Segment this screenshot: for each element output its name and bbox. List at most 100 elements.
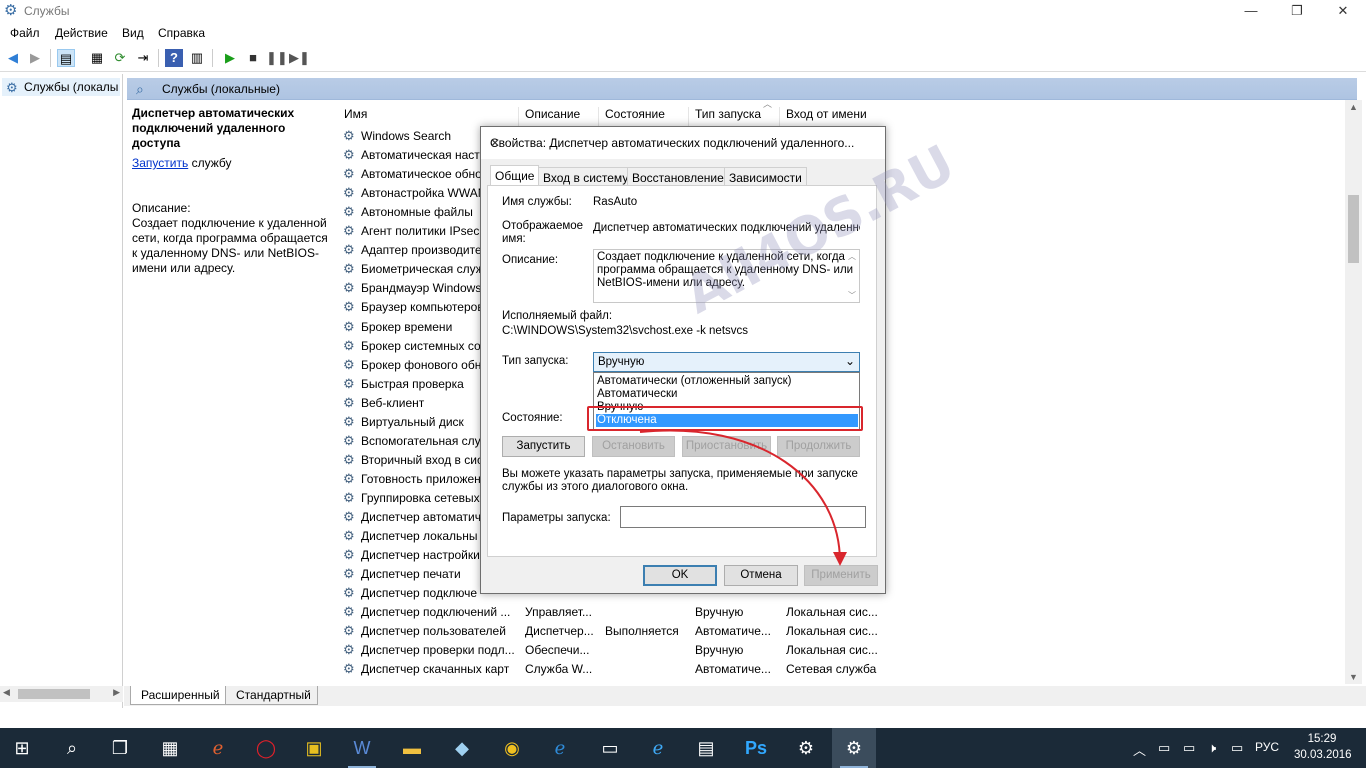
table-row[interactable]: ⚙ Диспетчер пользователей Диспетчер... Выпо…	[342, 621, 902, 640]
service-gear-icon: ⚙	[343, 299, 355, 315]
annotation-arrow	[639, 429, 847, 566]
row-description: Управляет...	[525, 605, 592, 620]
clock-time: 15:29	[1307, 733, 1337, 745]
row-logon-as: Локальная сис...	[786, 624, 878, 639]
column-startup-type[interactable]: Тип запуска	[689, 107, 780, 127]
scroll-thumb[interactable]	[18, 689, 90, 699]
close-button[interactable]: ✕	[1320, 0, 1366, 22]
display-tray-icon[interactable]: ▭	[1183, 740, 1195, 756]
tab-dependencies[interactable]: Зависимости	[724, 167, 807, 186]
scroll-up-icon[interactable]: ▲	[1349, 102, 1358, 112]
tree-horizontal-scrollbar[interactable]: ◀ ▶	[0, 686, 123, 702]
back-icon[interactable]: ◀	[4, 49, 22, 67]
startup-type-value: Вручную	[598, 356, 645, 368]
option-auto-delayed[interactable]: Автоматически (отложенный запуск)	[596, 375, 858, 388]
tab-standard[interactable]: Стандартный	[225, 686, 318, 705]
task-view-icon[interactable]: ❐	[98, 728, 142, 768]
printer-icon[interactable]: ▤	[684, 728, 728, 768]
row-state: Выполняется	[605, 624, 679, 639]
service-gear-icon: ⚙	[343, 280, 355, 296]
stop-service-icon[interactable]: ■	[244, 49, 262, 67]
services-header-title: Службы (локальные)	[162, 82, 280, 96]
properties-icon[interactable]: ▦	[88, 49, 106, 67]
start-windows-icon[interactable]: ⊞	[0, 728, 44, 768]
selected-service-name: Диспетчер автоматических подключений уда…	[132, 106, 295, 150]
column-description[interactable]: Описание	[519, 107, 599, 127]
help-icon[interactable]: ?	[165, 49, 183, 67]
settings-gear-icon[interactable]: ⚙	[784, 728, 828, 768]
table-row[interactable]: ⚙ Диспетчер скачанных карт Служба W... Авто…	[342, 659, 902, 678]
dialog-close-icon[interactable]: ✕	[490, 136, 877, 150]
edge-icon[interactable]: ℯ	[538, 728, 582, 768]
scroll-thumb[interactable]	[1348, 195, 1359, 263]
export-icon[interactable]: ⇥	[134, 49, 152, 67]
table-row[interactable]: ⚙ Диспетчер подключений ... Управляет... Вр…	[342, 602, 902, 621]
archive-icon[interactable]: ▣	[292, 728, 336, 768]
tab-logon[interactable]: Вход в систему	[538, 167, 634, 186]
row-startup-type: Вручную	[695, 643, 744, 658]
tab-general[interactable]: Общие	[490, 165, 540, 187]
refresh-icon[interactable]: ⟳	[111, 49, 129, 67]
forward-icon[interactable]: ▶	[26, 49, 44, 67]
service-gear-icon: ⚙	[343, 509, 355, 524]
notification-icon[interactable]: ▭	[1231, 740, 1243, 756]
chrome-icon[interactable]: ◉	[490, 728, 534, 768]
menu-file[interactable]: Файл	[10, 26, 40, 40]
scroll-up-icon[interactable]: ︿	[848, 250, 856, 263]
network-tray-icon[interactable]: ▭	[1158, 740, 1170, 756]
startup-type-label: Тип запуска:	[502, 355, 569, 367]
browser-icon[interactable]: ℯ	[196, 728, 240, 768]
option-auto[interactable]: Автоматически	[596, 388, 858, 401]
search-icon[interactable]: ⌕	[50, 728, 94, 768]
list-vertical-scrollbar[interactable]: ▲ ▼	[1345, 100, 1362, 684]
volume-icon[interactable]: 🕨	[1208, 740, 1216, 756]
minimize-button[interactable]: —	[1228, 0, 1274, 22]
tab-recovery[interactable]: Восстановление	[627, 167, 729, 186]
maximize-button[interactable]: ❐	[1274, 0, 1320, 22]
folder-icon[interactable]: ▬	[390, 728, 434, 768]
scroll-left-icon[interactable]: ◀	[3, 687, 10, 698]
word-icon[interactable]: W	[340, 728, 384, 768]
column-state[interactable]: Состояние	[599, 107, 689, 127]
display-name-label: Отображаемое имя:	[502, 220, 584, 245]
table-row[interactable]: ⚙ Диспетчер проверки подл... Обеспечи... Вр…	[342, 640, 902, 659]
start-service-icon[interactable]: ▶	[221, 49, 239, 67]
network-icon[interactable]: ▭	[588, 728, 632, 768]
menu-help[interactable]: Справка	[158, 26, 205, 40]
menu-view[interactable]: Вид	[122, 26, 144, 40]
column-name[interactable]: Имя	[338, 107, 519, 127]
scroll-down-icon[interactable]: ▼	[1349, 672, 1358, 682]
start-service-link[interactable]: Запустить	[132, 156, 188, 170]
scroll-right-icon[interactable]: ▶	[113, 687, 120, 698]
services-gear-icon[interactable]: ⚙	[832, 728, 876, 768]
restart-service-icon[interactable]: ▶❚	[289, 49, 310, 67]
service-gear-icon: ⚙	[343, 623, 355, 639]
notes-icon[interactable]: ◆	[440, 728, 484, 768]
system-clock[interactable]: 15:29 30.03.2016	[1294, 731, 1352, 763]
column-logon-as[interactable]: Вход от имени	[780, 107, 880, 127]
tab-extended[interactable]: Расширенный	[130, 686, 227, 705]
start-service-suffix: службу	[188, 156, 232, 170]
row-name: Диспетчер скачанных карт	[361, 662, 510, 677]
row-description: Диспетчер...	[525, 624, 594, 639]
console-tree-icon[interactable]: ▤	[57, 49, 75, 67]
start-button[interactable]: Запустить	[502, 436, 585, 457]
photoshop-icon[interactable]: Ps	[734, 728, 778, 768]
pause-service-icon[interactable]: ❚❚	[266, 49, 288, 67]
service-gear-icon: ⚙	[343, 128, 355, 143]
view-icon[interactable]: ▥	[188, 49, 206, 67]
ie-icon[interactable]: ℯ	[636, 728, 680, 768]
service-gear-icon: ⚙	[343, 585, 355, 601]
startup-type-select[interactable]: Вручную ⌄	[593, 352, 860, 372]
service-gear-icon: ⚙	[343, 661, 355, 677]
service-gear-icon: ⚙	[343, 642, 355, 658]
menu-action[interactable]: Действие	[55, 26, 108, 40]
scroll-down-icon[interactable]: ﹀	[848, 289, 856, 302]
description-label: Описание:	[132, 201, 191, 215]
service-gear-icon: ⚙	[343, 318, 355, 334]
opera-icon[interactable]: ◯	[244, 728, 288, 768]
chevron-up-icon[interactable]: ︿	[1133, 740, 1146, 759]
language-indicator[interactable]: РУС	[1255, 740, 1279, 754]
calculator-icon[interactable]: ▦	[148, 728, 192, 768]
tree-node-services-local[interactable]: ⚙ Службы (локалы	[2, 78, 120, 96]
